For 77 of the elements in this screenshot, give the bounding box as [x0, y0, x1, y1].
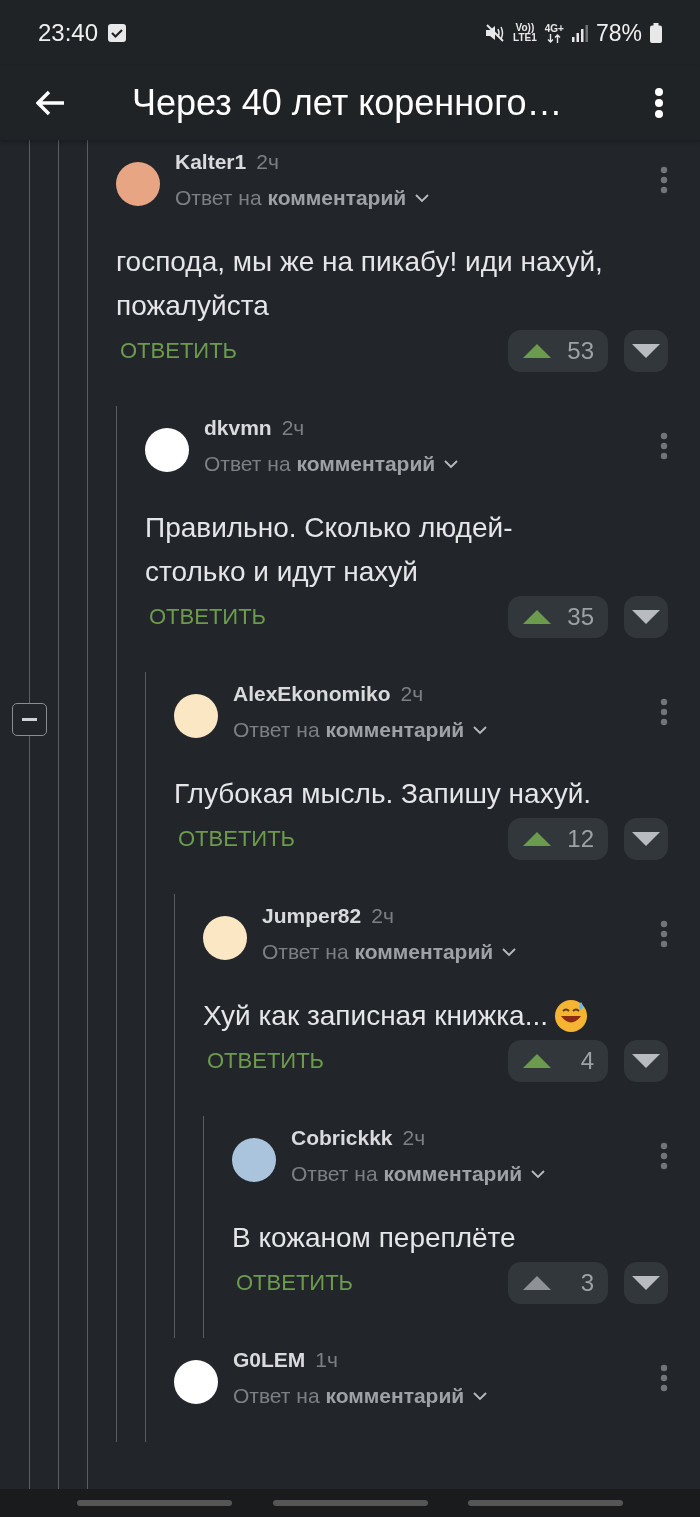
- upvote-button[interactable]: 53: [508, 330, 608, 372]
- upvote-button[interactable]: 12: [508, 818, 608, 860]
- nav-handle[interactable]: [272, 1500, 428, 1506]
- down-arrow-icon: [631, 1053, 661, 1069]
- collapse-button[interactable]: [12, 703, 47, 736]
- reply-button[interactable]: ОТВЕТИТЬ: [174, 826, 300, 852]
- vote-count: 3: [580, 1269, 594, 1297]
- down-arrow-icon: [631, 609, 661, 625]
- down-arrow-icon: [631, 1275, 661, 1291]
- downvote-button[interactable]: [624, 818, 668, 860]
- down-arrow-icon: [631, 343, 661, 359]
- volte-label: Vo)): [515, 23, 535, 33]
- author-name[interactable]: Kalter1: [175, 150, 247, 174]
- comment-time: 2ч: [281, 416, 305, 440]
- reply-to-link[interactable]: Ответ на комментарий: [204, 452, 436, 476]
- comment-time: 2ч: [400, 682, 424, 706]
- comment-text: господа, мы же на пикабу! иди нахуй, пожалуйста: [116, 245, 604, 323]
- comment-text: В кожаном переплёте: [232, 1221, 516, 1255]
- reply-button[interactable]: ОТВЕТИТЬ: [203, 1048, 329, 1074]
- chevron-down-icon[interactable]: [530, 1169, 547, 1179]
- avatar[interactable]: [232, 1138, 276, 1182]
- signal-icon: [571, 24, 588, 42]
- avatar[interactable]: [145, 428, 189, 472]
- network-label: 4G+: [544, 23, 564, 34]
- reply-button[interactable]: ОТВЕТИТЬ: [145, 604, 271, 630]
- reply-to-link[interactable]: Ответ на комментарий: [262, 940, 494, 964]
- author-name[interactable]: Jumper82: [262, 904, 362, 928]
- reply-button[interactable]: ОТВЕТИТЬ: [116, 338, 242, 364]
- author-name[interactable]: Cobrickkk: [291, 1126, 393, 1150]
- comment-time: 1ч: [315, 1348, 338, 1372]
- mute-icon: [485, 24, 506, 42]
- vote-count: 4: [580, 1047, 594, 1075]
- reply-to-link[interactable]: Ответ на комментарий: [233, 718, 465, 742]
- author-name[interactable]: AlexEkonomiko: [233, 682, 391, 706]
- page-title: Через 40 лет коренного…: [132, 82, 564, 124]
- chevron-down-icon[interactable]: [472, 725, 489, 735]
- data-arrows-icon: [547, 33, 562, 43]
- chevron-down-icon[interactable]: [501, 947, 518, 957]
- lte-label: LTE1: [513, 33, 537, 43]
- vote-count: 12: [567, 825, 594, 853]
- chevron-down-icon[interactable]: [414, 193, 431, 203]
- reply-to-link[interactable]: Ответ на комментарий: [291, 1162, 523, 1186]
- back-arrow-icon[interactable]: [36, 90, 66, 116]
- upvote-button[interactable]: 3: [508, 1262, 608, 1304]
- status-time: 23:40: [38, 19, 99, 47]
- nav-handle[interactable]: [468, 1500, 623, 1506]
- vote-count: 53: [567, 337, 594, 365]
- comment-time: 2ч: [371, 904, 394, 928]
- chevron-down-icon[interactable]: [472, 1391, 489, 1401]
- comment-time: 2ч: [256, 150, 279, 174]
- avatar[interactable]: [116, 162, 160, 206]
- comment-text: Правильно. Сколько людей-столько и идут нахуй: [145, 511, 514, 589]
- downvote-button[interactable]: [624, 1262, 668, 1304]
- author-name[interactable]: G0LEM: [233, 1348, 306, 1372]
- avatar[interactable]: [174, 1360, 218, 1404]
- vote-count: 35: [567, 603, 594, 631]
- downvote-button[interactable]: [624, 1040, 668, 1082]
- comment-time: 2ч: [402, 1126, 426, 1150]
- reply-to-link[interactable]: Ответ на комментарий: [233, 1384, 465, 1408]
- battery-percent: 78%: [595, 19, 642, 47]
- upvote-button[interactable]: 35: [508, 596, 608, 638]
- more-options-icon[interactable]: [654, 87, 664, 119]
- comment-text: Глубокая мысль. Запишу нахуй.: [174, 777, 592, 811]
- chevron-down-icon[interactable]: [443, 459, 460, 469]
- author-name[interactable]: dkvmn: [204, 416, 272, 440]
- downvote-button[interactable]: [624, 596, 668, 638]
- nav-handle[interactable]: [77, 1500, 232, 1506]
- reply-button[interactable]: ОТВЕТИТЬ: [232, 1270, 358, 1296]
- down-arrow-icon: [631, 831, 661, 847]
- battery-icon: [650, 23, 662, 43]
- comment-text: Хуй как записная книжка...: [203, 999, 548, 1033]
- reply-to-link[interactable]: Ответ на комментарий: [175, 186, 407, 210]
- avatar[interactable]: [203, 916, 247, 960]
- upvote-button[interactable]: 4: [508, 1040, 608, 1082]
- avatar[interactable]: [174, 694, 218, 738]
- downvote-button[interactable]: [624, 330, 668, 372]
- checkbox-notification-icon: [108, 24, 127, 42]
